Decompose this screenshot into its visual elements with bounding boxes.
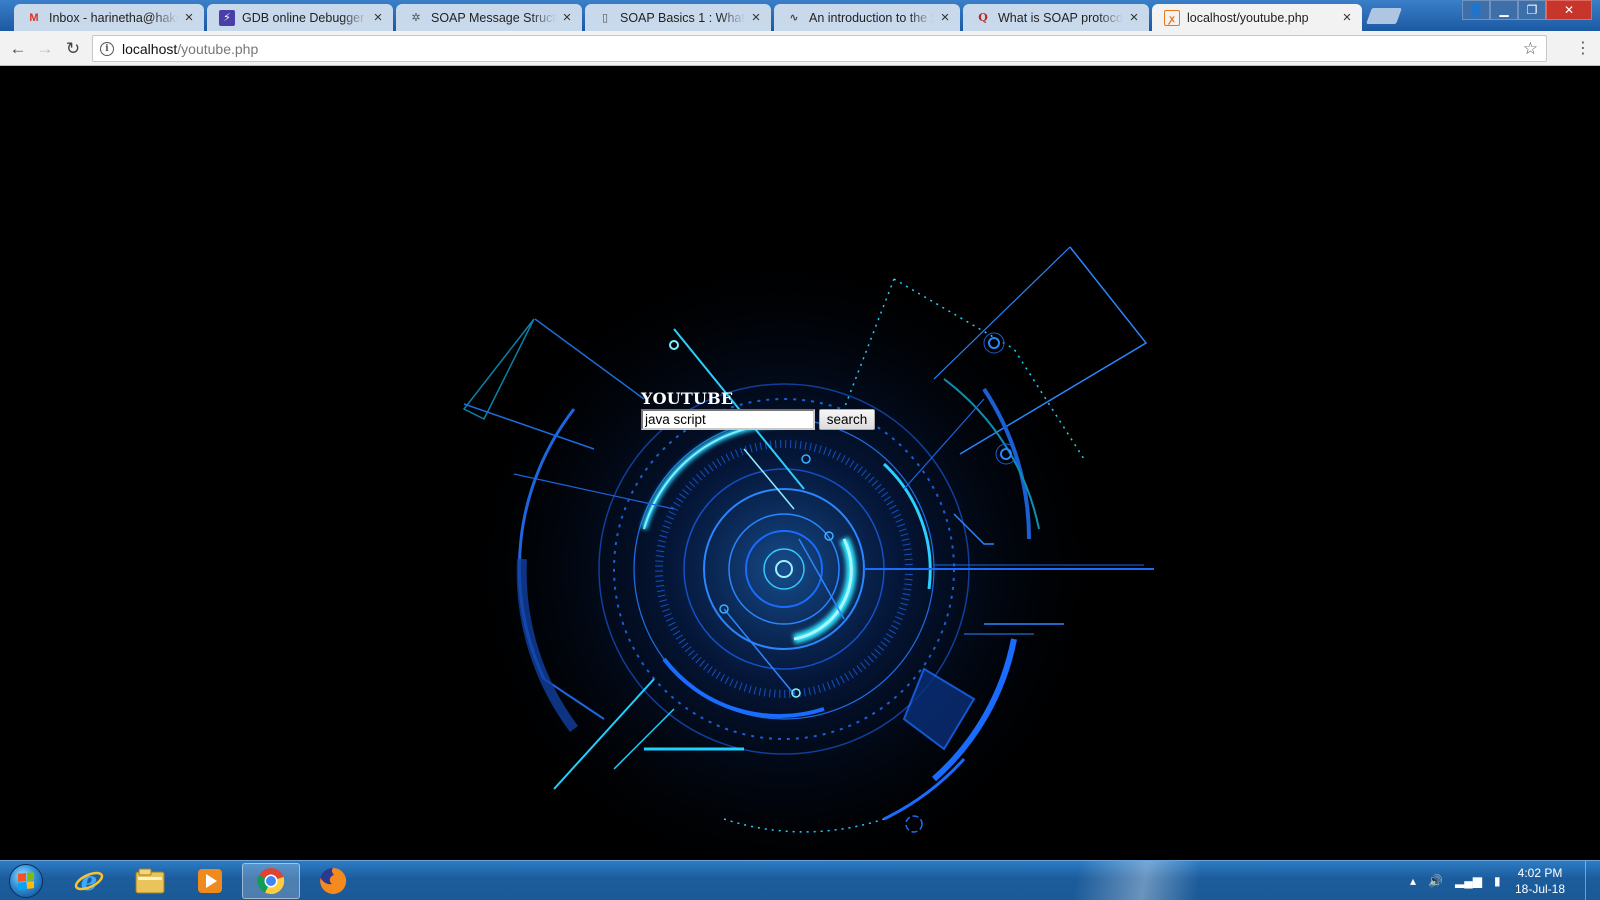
page-viewport: YOUTUBE search [0, 66, 1600, 860]
page-heading: YOUTUBE [641, 389, 734, 408]
tab-soap-message-structure[interactable]: ✲ SOAP Message Structure × [396, 4, 582, 31]
tab-title: SOAP Message Structure [431, 10, 556, 25]
tab-gmail-inbox[interactable]: M Inbox - harinetha@hakun × [14, 4, 204, 31]
url-host: localhost [122, 40, 178, 57]
quora-icon: Q [978, 11, 988, 24]
search-button[interactable]: search [819, 409, 875, 430]
internet-explorer-icon[interactable]: e [60, 863, 118, 899]
tab-title: localhost/youtube.php [1187, 10, 1309, 25]
window-controls: 👤 ▁ ❐ ✕ [1462, 0, 1592, 20]
minimize-icon[interactable]: ▁ [1490, 0, 1518, 20]
volume-icon[interactable]: 🔊 [1428, 874, 1443, 888]
clock-time: 4:02 PM [1517, 866, 1563, 880]
start-button[interactable] [6, 864, 46, 898]
taskbar-clock[interactable]: 4:02 PM 18-Jul-18 [1500, 865, 1580, 897]
chrome-icon[interactable] [242, 863, 300, 899]
reload-icon[interactable]: ↻ [62, 38, 84, 60]
system-tray: ▴ 🔊 ▂▄▆ ▮ [1410, 861, 1513, 900]
back-arrow-icon[interactable]: ← [7, 38, 29, 60]
new-tab-button[interactable] [1366, 8, 1402, 24]
tab-strip: M Inbox - harinetha@hakun × ⚡ GDB online… [0, 0, 1600, 31]
forward-arrow-icon[interactable]: → [34, 38, 56, 60]
tab-gdb-debugger[interactable]: ⚡ GDB online Debugger | C × [207, 4, 393, 31]
restore-icon[interactable]: ❐ [1518, 0, 1546, 20]
wave-icon: ∿ [789, 12, 799, 24]
tab-title: GDB online Debugger | C [242, 10, 367, 25]
address-bar[interactable]: i localhost/youtube.php ☆ [92, 35, 1547, 62]
network-signal-icon[interactable]: ▂▄▆ [1455, 874, 1482, 888]
close-icon[interactable]: × [1340, 10, 1354, 25]
xampp-icon: ꭗ [1164, 9, 1180, 26]
search-input[interactable] [641, 409, 815, 430]
tab-what-is-soap[interactable]: Q What is SOAP protocol? - × [963, 4, 1149, 31]
svg-text:e: e [81, 867, 98, 896]
tab-title: Inbox - harinetha@hakun [49, 10, 178, 25]
bookmark-star-icon[interactable]: ☆ [1523, 39, 1538, 59]
browser-toolbar: ← → ↻ i localhost/youtube.php ☆ ⋮ [0, 31, 1600, 66]
close-icon[interactable]: × [560, 10, 574, 25]
file-explorer-icon[interactable] [121, 863, 179, 899]
menu-icon[interactable]: ⋮ [1573, 39, 1593, 59]
user-icon[interactable]: 👤 [1462, 0, 1490, 20]
tab-localhost-youtube[interactable]: ꭗ localhost/youtube.php × [1152, 4, 1362, 31]
close-icon[interactable]: × [938, 10, 952, 25]
close-icon[interactable]: × [749, 10, 763, 25]
tab-introduction[interactable]: ∿ An introduction to the Si × [774, 4, 960, 31]
lightning-icon: ⚡ [219, 9, 235, 26]
gear-logo-icon: ✲ [411, 12, 421, 24]
taskbar: e ▴ 🔊 ▂▄▆ ▮ 4:02 PM 18-Jul-18 [0, 860, 1600, 900]
tab-soap-basics[interactable]: ▯ SOAP Basics 1 : What is S × [585, 4, 771, 31]
windows-logo-icon [9, 864, 43, 898]
close-icon[interactable]: × [182, 10, 196, 25]
hud-background-art [454, 239, 1154, 860]
gmail-icon: M [29, 11, 39, 24]
tab-title: What is SOAP protocol? - [998, 10, 1123, 25]
close-icon[interactable]: × [1127, 10, 1141, 25]
clock-date: 18-Jul-18 [1514, 882, 1566, 896]
page-icon: ▯ [601, 12, 609, 24]
firefox-icon[interactable] [304, 863, 362, 899]
close-icon[interactable]: × [371, 10, 385, 25]
media-player-icon[interactable] [181, 863, 239, 899]
url-path: /youtube.php [177, 40, 259, 57]
show-desktop-button[interactable] [1585, 861, 1600, 900]
close-window-icon[interactable]: ✕ [1546, 0, 1592, 20]
info-icon[interactable]: i [100, 41, 114, 56]
tab-title: SOAP Basics 1 : What is S [620, 10, 745, 25]
tab-title: An introduction to the Si [809, 10, 934, 25]
show-hidden-icons-icon[interactable]: ▴ [1410, 874, 1416, 888]
